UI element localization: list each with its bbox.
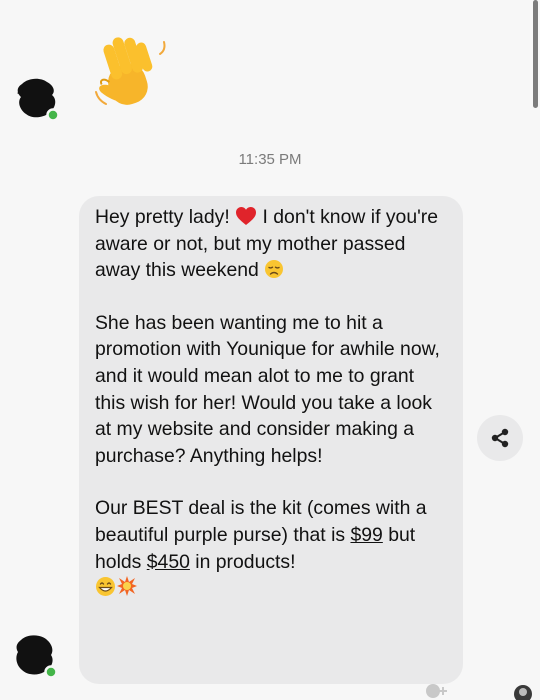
red-heart-emoji <box>236 207 257 225</box>
price-value: $450 <box>146 550 190 573</box>
partial-avatar <box>514 685 532 700</box>
scrollbar[interactable] <box>533 0 538 108</box>
message-timestamp: 11:35 PM <box>238 151 302 168</box>
online-status-dot-bottom <box>44 665 58 678</box>
collision-emoji <box>117 576 137 597</box>
greeting-text: Hey pretty lady! <box>95 206 230 228</box>
add-reaction-icon[interactable] <box>424 682 452 698</box>
message-paragraph-3: Our BEST deal is the kit (comes with a b… <box>95 495 449 601</box>
sender-avatar-bottom[interactable] <box>12 632 58 678</box>
share-icon <box>491 428 509 448</box>
online-status-dot <box>46 108 60 121</box>
sender-avatar[interactable] <box>14 75 60 121</box>
price-kit: $99 <box>350 523 383 546</box>
disappointed-face-emoji <box>265 260 284 279</box>
offer-text-end: in products! <box>189 550 296 573</box>
message-paragraph-1: Hey pretty lady! I don't know if you're … <box>95 204 449 284</box>
message-paragraph-2: She has been wanting me to hit a promoti… <box>95 311 440 467</box>
message-bubble[interactable]: Hey pretty lady! I don't know if you're … <box>79 196 463 684</box>
grinning-face-emoji <box>96 577 115 597</box>
share-button[interactable] <box>477 415 523 461</box>
waving-hand-emoji <box>95 37 166 105</box>
